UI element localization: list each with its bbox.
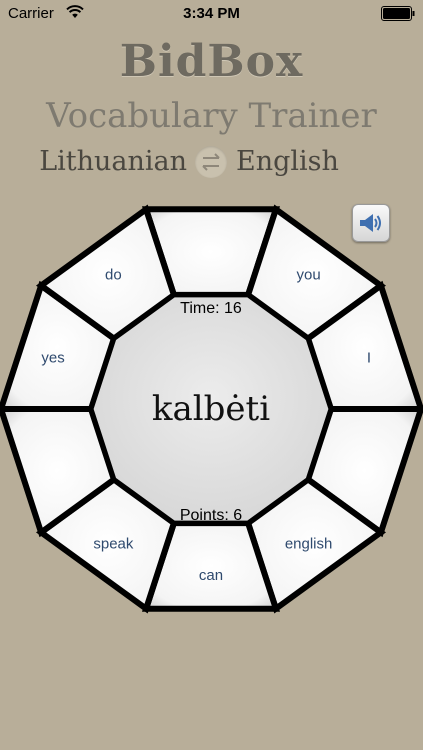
- answer-label: do: [105, 267, 122, 284]
- answer-label: yes: [41, 350, 64, 367]
- answer-label: I: [367, 350, 371, 367]
- answer-wheel: you Ienglish can speak yes do Time: 16 kalbėt…: [0, 204, 423, 614]
- answer-label: speak: [93, 535, 134, 552]
- answer-label: english: [285, 535, 333, 552]
- points-label: Points: 6: [180, 507, 242, 524]
- target-word: kalbėti: [152, 389, 270, 429]
- answer-label: you: [297, 267, 321, 284]
- time-label: Time: 16: [180, 300, 242, 317]
- answer-label: can: [199, 567, 223, 584]
